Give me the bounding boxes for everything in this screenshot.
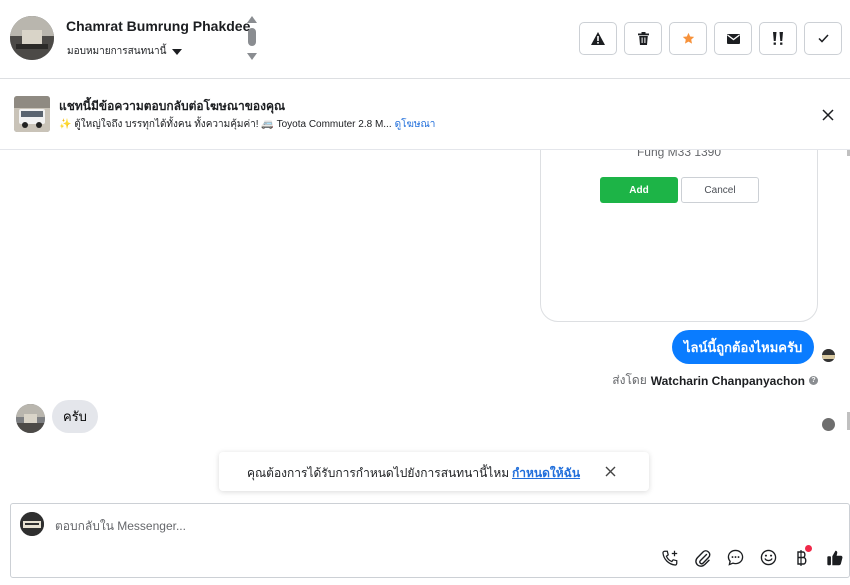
message-thread[interactable]: Fung M33 1390 Add Cancel ไลน์นี้ถูกต้องไ… (0, 150, 850, 502)
seen-avatar (822, 418, 835, 431)
chevron-down-icon (172, 48, 183, 55)
payment-button[interactable] (791, 545, 812, 568)
message-card: Fung M33 1390 Add Cancel (540, 150, 818, 322)
trash-icon (637, 32, 649, 45)
mail-button[interactable] (714, 22, 752, 55)
priority-icon (772, 31, 783, 45)
close-banner-button[interactable] (820, 107, 836, 123)
ad-description: ✨ ตู้ใหญ่ใจถึง บรรทุกได้ทั้งคน ทั้งความค… (59, 119, 392, 130)
close-notice-button[interactable] (604, 465, 617, 478)
star-button[interactable] (669, 22, 707, 55)
close-icon (822, 109, 834, 121)
add-button[interactable]: Add (600, 177, 678, 203)
paperclip-icon (694, 549, 710, 567)
add-call-button[interactable] (659, 547, 680, 568)
scroll-handle[interactable] (246, 16, 258, 62)
assign-conversation-dropdown[interactable]: มอบหมายการสนทนานี้ (67, 44, 183, 59)
emoji-button[interactable] (758, 547, 779, 568)
composer-actions (659, 545, 845, 568)
ad-thumbnail[interactable] (14, 96, 50, 132)
seen-avatar (822, 349, 835, 362)
ad-reply-banner: แชทนี้มีข้อความตอบกลับต่อโฆษณาของคุณ ✨ ต… (0, 80, 850, 150)
smiley-icon (760, 549, 777, 566)
saved-replies-button[interactable] (725, 547, 746, 568)
scroll-thumb[interactable] (248, 28, 256, 46)
cancel-button[interactable]: Cancel (681, 177, 759, 203)
phone-plus-icon (661, 550, 677, 566)
arrow-down-icon (247, 53, 257, 60)
close-icon (605, 466, 616, 477)
reply-composer (10, 503, 850, 578)
arrow-up-icon (247, 16, 257, 23)
info-icon[interactable]: ? (809, 376, 818, 385)
warning-button[interactable] (579, 22, 617, 55)
sent-by-prefix: ส่งโดย (612, 373, 647, 387)
sent-by-line: ส่งโดย Watcharin Chanpanyachon ? (612, 371, 818, 390)
done-button[interactable] (804, 22, 842, 55)
thread-scrollbar[interactable] (845, 150, 850, 502)
ad-banner-title: แชทนี้มีข้อความตอบกลับต่อโฆษณาของคุณ (59, 99, 286, 113)
attach-button[interactable] (692, 547, 713, 568)
sender-name[interactable]: Watcharin Chanpanyachon (651, 374, 805, 388)
card-title: Fung M33 1390 (636, 150, 722, 159)
contact-name[interactable]: Chamrat Bumrung Phakdee (66, 18, 250, 34)
assign-notice-text: คุณต้องการได้รับการกำหนดไปยังการสนทนานี้… (247, 466, 510, 480)
assign-notice: คุณต้องการได้รับการกำหนดไปยังการสนทนานี้… (219, 452, 649, 491)
like-button[interactable] (824, 547, 845, 568)
reply-input[interactable] (55, 518, 555, 534)
contact-avatar[interactable] (10, 16, 54, 60)
conversation-header: Chamrat Bumrung Phakdee มอบหมายการสนทนาน… (0, 0, 850, 79)
star-icon (682, 32, 694, 44)
chat-bubble-icon (727, 549, 744, 566)
outgoing-message-bubble[interactable]: ไลน์นี้ถูกต้องไหมครับ (672, 330, 815, 364)
delete-button[interactable] (624, 22, 662, 55)
page-avatar (20, 512, 44, 536)
contact-avatar-small[interactable] (16, 404, 45, 433)
assign-label: มอบหมายการสนทนานี้ (67, 46, 167, 57)
conversation-toolbar (579, 22, 842, 55)
notification-dot (805, 545, 812, 552)
thumbs-up-icon (826, 550, 842, 565)
view-ad-link[interactable]: ดูโฆษณา (395, 117, 436, 132)
priority-button[interactable] (759, 22, 797, 55)
incoming-message-bubble[interactable]: ครับ (52, 400, 98, 433)
assign-to-me-link[interactable]: กำหนดให้ฉัน (512, 464, 580, 483)
envelope-icon (726, 33, 740, 44)
warning-icon (591, 32, 605, 45)
check-icon (817, 34, 829, 43)
ad-description-row: ✨ ตู้ใหญ่ใจถึง บรรทุกได้ทั้งคน ทั้งความค… (59, 117, 435, 132)
